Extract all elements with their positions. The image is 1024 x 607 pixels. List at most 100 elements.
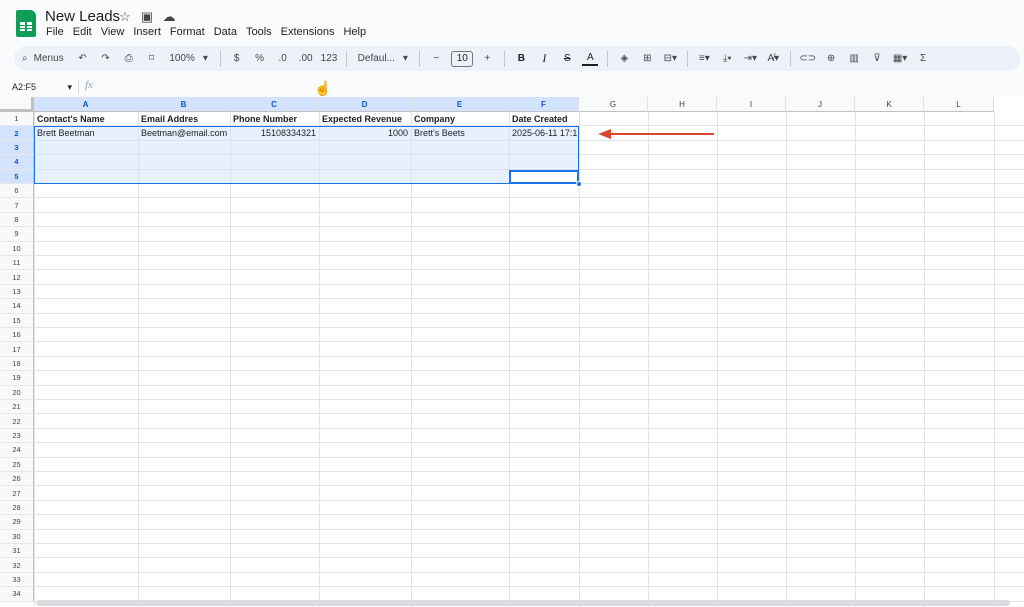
row-header-4[interactable]: 4 [0,155,34,170]
vertical-align-icon[interactable]: ⤓▾ [719,49,735,69]
header-cell[interactable]: Contact's Name [34,112,138,126]
select-all-corner[interactable] [0,97,34,112]
header-cell[interactable]: Date Created [509,112,579,126]
undo-icon[interactable]: ↶ [75,49,91,69]
row-header-21[interactable]: 21 [0,400,34,415]
percent-format-button[interactable]: % [252,49,268,69]
row-header-10[interactable]: 10 [0,241,34,256]
font-size-increase-button[interactable]: + [479,49,495,69]
merge-cells-icon[interactable]: ⊟▾ [662,49,678,69]
row-header-26[interactable]: 26 [0,472,34,487]
row-header-19[interactable]: 19 [0,371,34,386]
row-header-11[interactable]: 11 [0,256,34,271]
header-cell[interactable]: Email Addres [138,112,230,126]
menu-format[interactable]: Format [170,26,205,38]
spreadsheet-grid[interactable]: A B C D E F G H I J K L 1 2 3 4 5 6 7 8 9 10 11 12 13 14 15 16 17 18 1… [0,97,1024,607]
borders-icon[interactable]: ⊞ [639,49,655,69]
star-icon[interactable]: ☆ [117,9,133,25]
row-header-5[interactable]: 5 [0,169,34,184]
row-header-30[interactable]: 30 [0,529,34,544]
row-header-8[interactable]: 8 [0,212,34,228]
row-header-22[interactable]: 22 [0,414,34,429]
column-header-i[interactable]: I [717,97,786,112]
row-header-18[interactable]: 18 [0,356,34,372]
row-header-31[interactable]: 31 [0,544,34,559]
horizontal-scrollbar[interactable] [36,600,1010,606]
row-header-14[interactable]: 14 [0,299,34,314]
row-header-25[interactable]: 25 [0,457,34,472]
row-header-32[interactable]: 32 [0,558,34,573]
filter-icon[interactable]: ⊽ [869,49,885,69]
menus-search-button[interactable]: ⌕ Menus [22,49,68,69]
row-header-15[interactable]: 15 [0,313,34,328]
zoom-select[interactable]: 100% ▾ [167,49,211,69]
row-header-16[interactable]: 16 [0,328,34,343]
menu-view[interactable]: View [101,26,125,38]
document-title[interactable]: New Leads [45,8,120,25]
insert-chart-icon[interactable]: ▥ [846,49,862,69]
insert-link-icon[interactable]: ⊂⊃ [799,49,816,69]
row-header-34[interactable]: 34 [0,587,34,602]
cloud-status-icon[interactable]: ☁ [161,9,177,25]
column-header-k[interactable]: K [855,97,924,112]
header-cell[interactable]: Expected Revenue [319,112,411,126]
column-header-d[interactable]: D [319,97,411,112]
row-header-9[interactable]: 9 [0,227,34,242]
column-header-f[interactable]: F [509,97,579,112]
row-header-7[interactable]: 7 [0,198,34,213]
strikethrough-button[interactable]: S [559,49,575,69]
menu-edit[interactable]: Edit [73,26,92,38]
menu-tools[interactable]: Tools [246,26,272,38]
active-cell[interactable] [509,169,579,184]
header-cell[interactable]: Company [411,112,509,126]
column-header-c[interactable]: C [230,97,319,112]
row-header-33[interactable]: 33 [0,572,34,588]
name-box[interactable]: A2:F5 ▾ [12,80,72,94]
column-header-j[interactable]: J [786,97,855,112]
menu-file[interactable]: File [46,26,64,38]
row-header-12[interactable]: 12 [0,270,34,285]
currency-format-button[interactable]: $ [229,49,245,69]
bold-button[interactable]: B [513,49,529,69]
menu-data[interactable]: Data [214,26,237,38]
decrease-decimal-button[interactable]: .0 [275,49,291,69]
row-header-29[interactable]: 29 [0,515,34,530]
menu-extensions[interactable]: Extensions [281,26,335,38]
row-header-3[interactable]: 3 [0,140,34,156]
filter-views-icon[interactable]: ▦▾ [892,49,908,69]
data-cell[interactable]: Brett Beetman [34,126,138,140]
fill-handle[interactable] [576,181,582,187]
row-header-6[interactable]: 6 [0,184,34,199]
data-cell[interactable]: 1000 [319,126,411,140]
font-size-decrease-button[interactable]: − [428,49,444,69]
column-header-a[interactable]: A [34,97,138,112]
column-header-h[interactable]: H [648,97,717,112]
text-wrapping-icon[interactable]: ⇥▾ [742,49,758,69]
horizontal-align-icon[interactable]: ≡▾ [696,49,712,69]
text-rotation-icon[interactable]: A̸▾ [765,49,781,69]
data-cell[interactable]: 15108334321 [230,126,319,140]
data-cell[interactable]: Beetman@email.com [138,126,230,140]
more-formats-button[interactable]: 123 [321,49,338,69]
sheets-logo-icon[interactable] [16,10,36,37]
row-header-2[interactable]: 2 [0,126,34,141]
font-size-input[interactable]: 10 [451,50,474,67]
column-header-g[interactable]: G [579,97,648,112]
column-header-b[interactable]: B [138,97,230,112]
italic-button[interactable]: I [536,49,552,69]
row-header-20[interactable]: 20 [0,385,34,400]
row-header-17[interactable]: 17 [0,342,34,357]
data-cell[interactable]: Brett's Beets [411,126,509,140]
row-header-1[interactable]: 1 [0,112,34,127]
row-header-23[interactable]: 23 [0,428,34,444]
increase-decimal-button[interactable]: .00 [298,49,314,69]
column-header-e[interactable]: E [411,97,509,112]
insert-comment-icon[interactable]: ⊕ [823,49,839,69]
print-icon[interactable]: ⎙ [121,49,137,69]
header-cell[interactable]: Phone Number [230,112,319,126]
data-cell[interactable]: 2025-06-11 17:1 [509,126,579,140]
row-header-27[interactable]: 27 [0,486,34,501]
menu-help[interactable]: Help [343,26,366,38]
functions-icon[interactable]: Σ [915,49,931,69]
row-header-13[interactable]: 13 [0,284,34,300]
